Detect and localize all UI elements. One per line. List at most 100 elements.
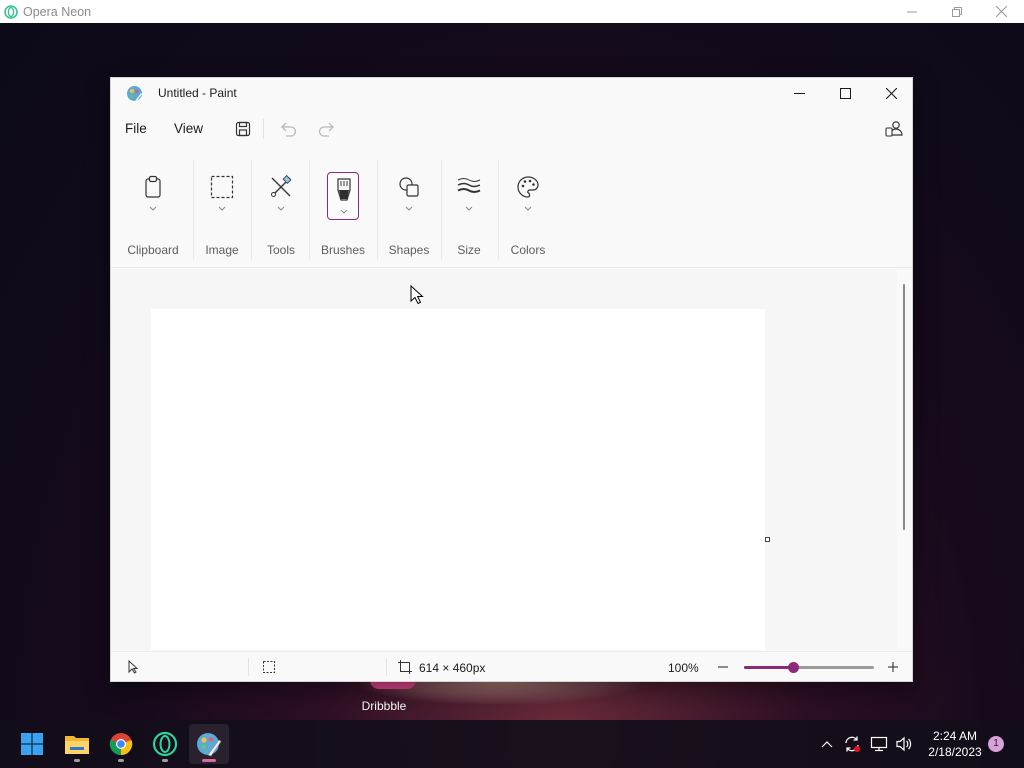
menu-separator — [263, 119, 264, 139]
zoom-percentage[interactable]: 100% — [668, 661, 699, 675]
redo-button[interactable] — [315, 117, 339, 141]
taskbar-opera-neon[interactable] — [145, 724, 185, 764]
menu-bar: File View — [111, 110, 912, 148]
vertical-scrollbar[interactable] — [903, 284, 905, 530]
ribbon-toolbar: Clipboard Image Tools Brushes Shapes Siz… — [111, 150, 912, 268]
size-icon — [456, 174, 482, 200]
system-clock[interactable]: 2:24 AM 2/18/2023 — [922, 728, 988, 760]
ribbon-group-shapes[interactable]: Shapes — [383, 150, 435, 268]
chevron-down-icon — [340, 209, 348, 214]
notification-badge[interactable]: 1 — [988, 736, 1004, 752]
taskbar: 2:24 AM 2/18/2023 — [0, 720, 1024, 768]
sync-alert-icon — [845, 736, 860, 752]
minimize-button[interactable] — [776, 78, 822, 108]
ribbon-separator — [309, 160, 310, 260]
canvas-size-text: 614 × 460px — [419, 661, 486, 675]
zoom-slider-fill — [744, 666, 794, 669]
chevron-down-icon — [149, 206, 157, 211]
active-indicator — [202, 759, 216, 762]
ribbon-group-clipboard[interactable]: Clipboard — [121, 150, 185, 268]
opera-neon-logo-icon — [4, 4, 18, 19]
network-button[interactable] — [869, 734, 889, 754]
clock-date: 2/18/2023 — [928, 745, 982, 759]
ribbon-label-tools: Tools — [266, 243, 295, 257]
ribbon-separator — [377, 160, 378, 260]
opera-neon-icon — [152, 731, 178, 757]
opera-close-button[interactable] — [979, 0, 1024, 23]
chevron-down-icon — [277, 206, 285, 211]
start-button[interactable] — [12, 724, 52, 764]
clock-time: 2:24 AM — [932, 729, 978, 743]
shapes-icon — [396, 174, 422, 200]
ribbon-group-image[interactable]: Image — [197, 150, 247, 268]
taskbar-paint[interactable] — [189, 724, 229, 764]
ribbon-separator — [498, 160, 499, 260]
close-button[interactable] — [868, 78, 914, 108]
status-bar: 614 × 460px 100% — [111, 651, 912, 681]
windows-start-icon — [21, 733, 43, 755]
ribbon-label-size: Size — [457, 243, 481, 257]
brush-icon — [337, 178, 351, 201]
zoom-slider[interactable] — [744, 662, 874, 673]
opera-window-title: Opera Neon — [23, 4, 92, 19]
redo-icon — [318, 122, 334, 137]
volume-button[interactable] — [894, 734, 914, 754]
view-menu[interactable]: View — [174, 121, 203, 136]
taskbar-chrome[interactable] — [101, 724, 141, 764]
show-hidden-icons-button[interactable] — [817, 734, 837, 754]
maximize-icon — [839, 87, 851, 99]
ribbon-label-image: Image — [205, 243, 239, 257]
restore-icon — [951, 6, 962, 17]
opera-neon-titlebar: Opera Neon — [0, 0, 1024, 23]
paint-titlebar[interactable]: Untitled - Paint — [111, 78, 912, 108]
cursor-position-icon — [128, 660, 139, 674]
zoom-in-icon[interactable] — [886, 660, 900, 674]
save-icon — [235, 121, 251, 137]
chevron-down-icon — [524, 206, 532, 211]
file-explorer-icon — [65, 736, 89, 754]
update-status-button[interactable] — [842, 734, 862, 754]
account-button[interactable] — [882, 117, 906, 141]
file-menu[interactable]: File — [125, 121, 147, 136]
running-indicator — [162, 759, 168, 762]
account-icon — [885, 121, 903, 137]
drawing-canvas[interactable] — [151, 309, 765, 650]
network-icon — [870, 736, 888, 752]
canvas-resize-handle[interactable] — [765, 537, 770, 542]
ribbon-group-size[interactable]: Size — [446, 150, 492, 268]
canvas-workspace[interactable] — [111, 269, 897, 650]
paint-window-title: Untitled - Paint — [158, 86, 237, 100]
selection-size-icon — [263, 661, 275, 673]
taskbar-file-explorer[interactable] — [57, 724, 97, 764]
desktop-shortcut-label[interactable]: Dribbble — [340, 699, 428, 713]
opera-minimize-button[interactable] — [889, 0, 934, 23]
paint-window: Untitled - Paint File View Clipboard Ima… — [110, 77, 913, 682]
undo-icon — [281, 122, 297, 137]
save-button[interactable] — [231, 117, 255, 141]
maximize-button[interactable] — [822, 78, 868, 108]
zoom-out-icon[interactable] — [716, 660, 730, 674]
ribbon-label-colors: Colors — [510, 243, 546, 257]
ribbon-label-clipboard: Clipboard — [127, 243, 179, 257]
ribbon-label-shapes: Shapes — [388, 243, 430, 257]
paint-app-icon — [127, 86, 142, 101]
chevron-up-icon — [821, 741, 833, 748]
brushes-selected-button[interactable] — [327, 172, 359, 220]
ribbon-label-brushes: Brushes — [320, 243, 366, 257]
clipboard-icon — [140, 174, 166, 200]
opera-restore-button[interactable] — [934, 0, 979, 23]
mouse-pointer-icon — [410, 285, 424, 305]
minimize-icon — [793, 92, 805, 94]
paint-icon — [197, 733, 222, 757]
ribbon-separator — [251, 160, 252, 260]
ribbon-group-tools[interactable]: Tools — [256, 150, 306, 268]
selection-icon — [209, 174, 235, 200]
status-separator — [386, 658, 387, 676]
chevron-down-icon — [218, 206, 226, 211]
undo-button[interactable] — [276, 117, 300, 141]
palette-icon — [515, 174, 541, 200]
zoom-slider-thumb[interactable] — [788, 662, 800, 673]
ribbon-group-brushes[interactable]: Brushes — [315, 150, 371, 268]
ribbon-group-colors[interactable]: Colors — [503, 150, 553, 268]
chevron-down-icon — [405, 206, 413, 211]
